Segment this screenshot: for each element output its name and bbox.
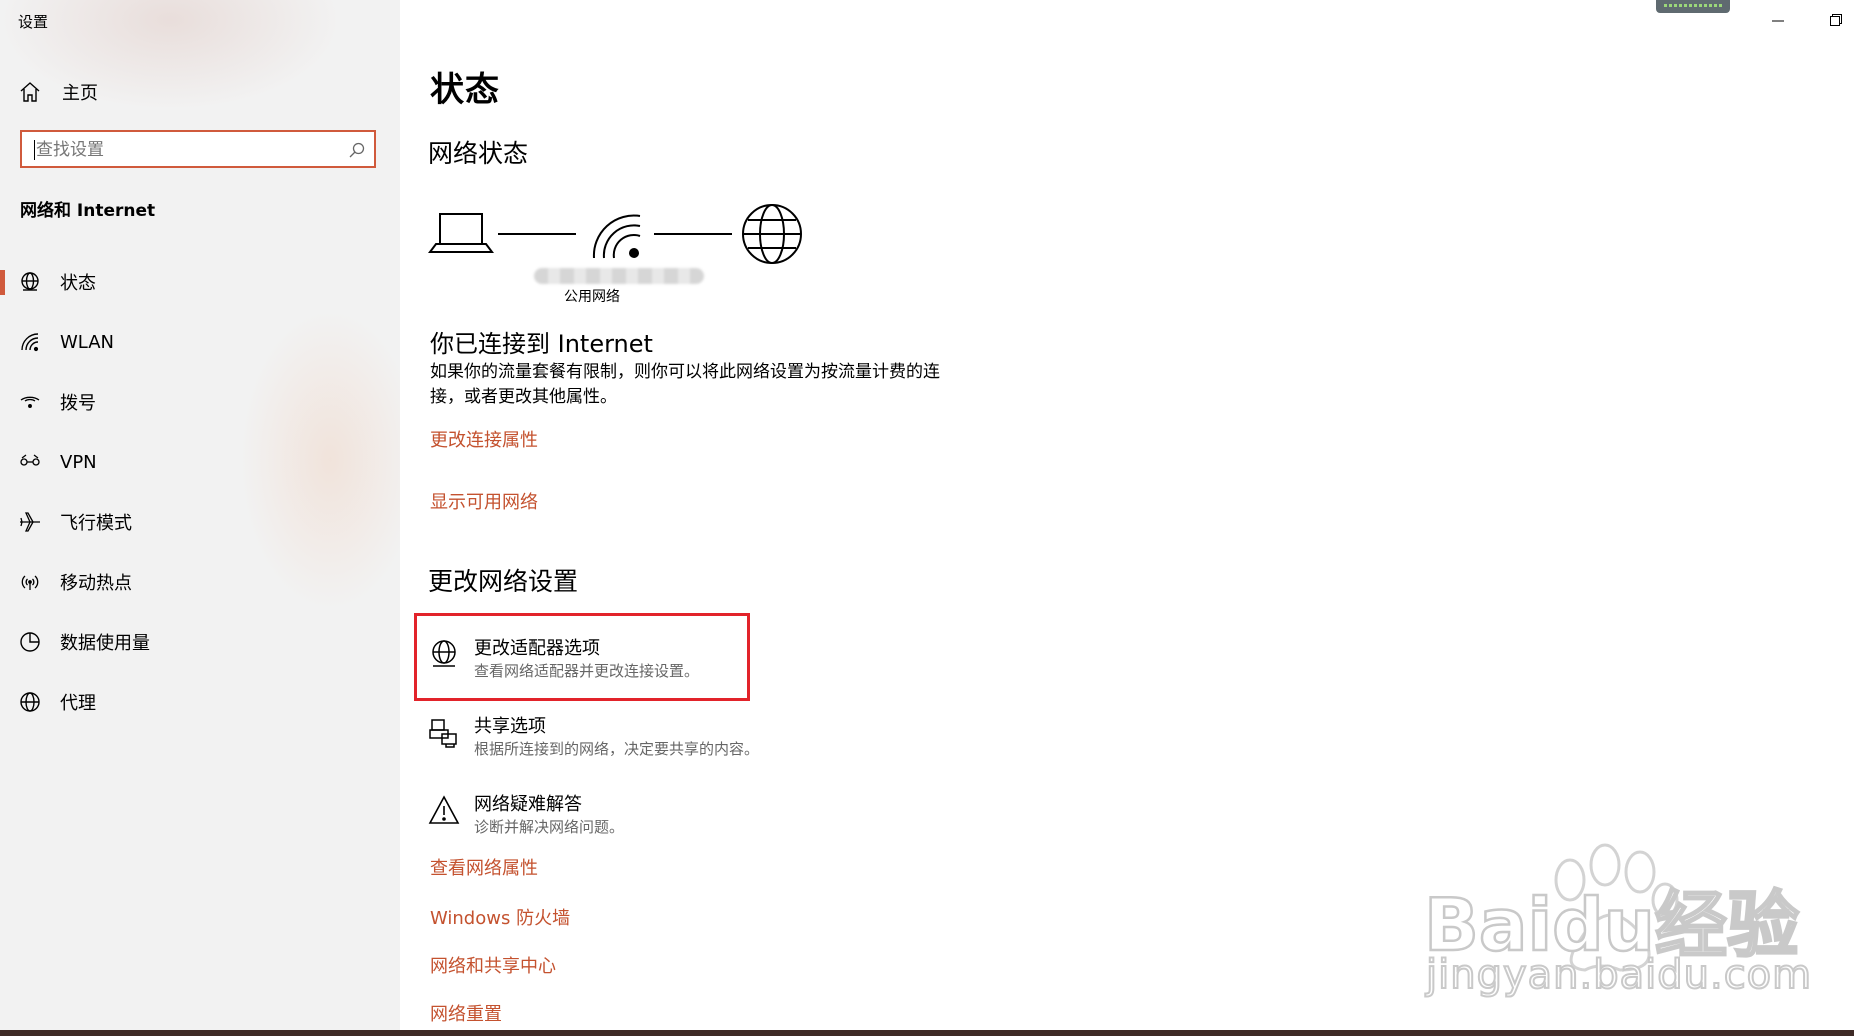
setting-description: 诊断并解决网络问题。 [474, 818, 625, 836]
text-caret [34, 140, 35, 160]
windows-firewall-link[interactable]: Windows 防火墙 [430, 904, 570, 930]
show-available-networks-link[interactable]: 显示可用网络 [430, 488, 538, 514]
sidebar-item-label: WLAN [60, 331, 115, 353]
home-label: 主页 [62, 83, 98, 104]
tray-thumbnail [1656, 0, 1730, 13]
network-status-diagram [428, 204, 802, 264]
dialup-icon [20, 396, 40, 408]
airplane-icon [20, 512, 40, 532]
setting-title: 网络疑难解答 [474, 794, 582, 815]
watermark-url: jingyan.baidu.com [1425, 951, 1813, 999]
search-input[interactable] [36, 137, 336, 163]
sidebar-item-label: 数据使用量 [60, 633, 150, 654]
change-connection-properties-link[interactable]: 更改连接属性 [430, 426, 538, 452]
view-network-properties-link[interactable]: 查看网络属性 [430, 854, 538, 880]
sidebar-item-airplane[interactable]: 飞行模式 [0, 502, 400, 542]
section-title: 网络和 Internet [20, 201, 156, 221]
home-nav-item[interactable]: 主页 [18, 78, 98, 106]
sharing-icon [429, 719, 457, 748]
setting-description: 根据所连接到的网络，决定要共享的内容。 [474, 740, 760, 758]
app-title: 设置 [18, 13, 49, 31]
globe-icon [20, 692, 40, 712]
taskbar-edge [0, 1030, 1854, 1036]
sidebar-item-dialup[interactable]: 拨号 [0, 382, 400, 422]
restore-icon [1830, 14, 1842, 26]
sidebar-item-label: 移动热点 [60, 573, 132, 594]
page-title: 状态 [430, 70, 500, 110]
change-network-settings-heading: 更改网络设置 [428, 567, 579, 596]
network-troubleshooter[interactable]: 网络疑难解答 诊断并解决网络问题。 [428, 790, 908, 850]
highlight-box [414, 613, 750, 701]
sidebar-item-label: 飞行模式 [60, 513, 132, 534]
wifi-signal-icon [592, 214, 641, 259]
search-icon[interactable] [348, 141, 366, 159]
network-status-heading: 网络状态 [428, 139, 529, 168]
minimize-button[interactable] [1750, 0, 1806, 40]
setting-title: 共享选项 [474, 716, 546, 737]
wifi-icon [21, 333, 39, 352]
restore-button[interactable] [1806, 0, 1854, 40]
data-usage-icon [20, 632, 40, 652]
hotspot-icon [21, 575, 39, 590]
connection-status-description: 如果你的流量套餐有限制，则你可以将此网络设置为按流量计费的连接，或者更改其他属性… [430, 362, 940, 407]
sidebar-item-label: 拨号 [60, 393, 96, 414]
sidebar-item-status[interactable]: 状态 [0, 262, 400, 302]
home-icon [20, 82, 40, 102]
sidebar: 设置 主页 网络和 Internet 状态 WLAN 拨号 [0, 0, 400, 1030]
search-box[interactable] [20, 130, 376, 168]
vpn-icon [20, 454, 40, 466]
sidebar-item-label: 状态 [60, 273, 96, 294]
minimize-icon [1772, 20, 1784, 22]
sharing-options[interactable]: 共享选项 根据所连接到的网络，决定要共享的内容。 [428, 712, 908, 772]
laptop-icon [428, 213, 494, 253]
sidebar-item-wlan[interactable]: WLAN [0, 322, 400, 362]
sidebar-item-vpn[interactable]: VPN [0, 442, 400, 482]
sidebar-item-hotspot[interactable]: 移动热点 [0, 562, 400, 602]
network-reset-link[interactable]: 网络重置 [430, 1000, 502, 1026]
internet-globe-icon [742, 204, 802, 264]
sidebar-item-data-usage[interactable]: 数据使用量 [0, 622, 400, 662]
sidebar-item-label: 代理 [60, 693, 96, 714]
status-globe-icon [21, 272, 39, 291]
sidebar-item-label: VPN [60, 451, 97, 473]
network-type-label: 公用网络 [564, 289, 620, 305]
connection-status-title: 你已连接到 Internet [430, 330, 653, 358]
sidebar-item-proxy[interactable]: 代理 [0, 682, 400, 722]
network-name-blurred [534, 268, 704, 284]
network-sharing-center-link[interactable]: 网络和共享中心 [430, 952, 556, 978]
warning-icon [428, 795, 460, 824]
